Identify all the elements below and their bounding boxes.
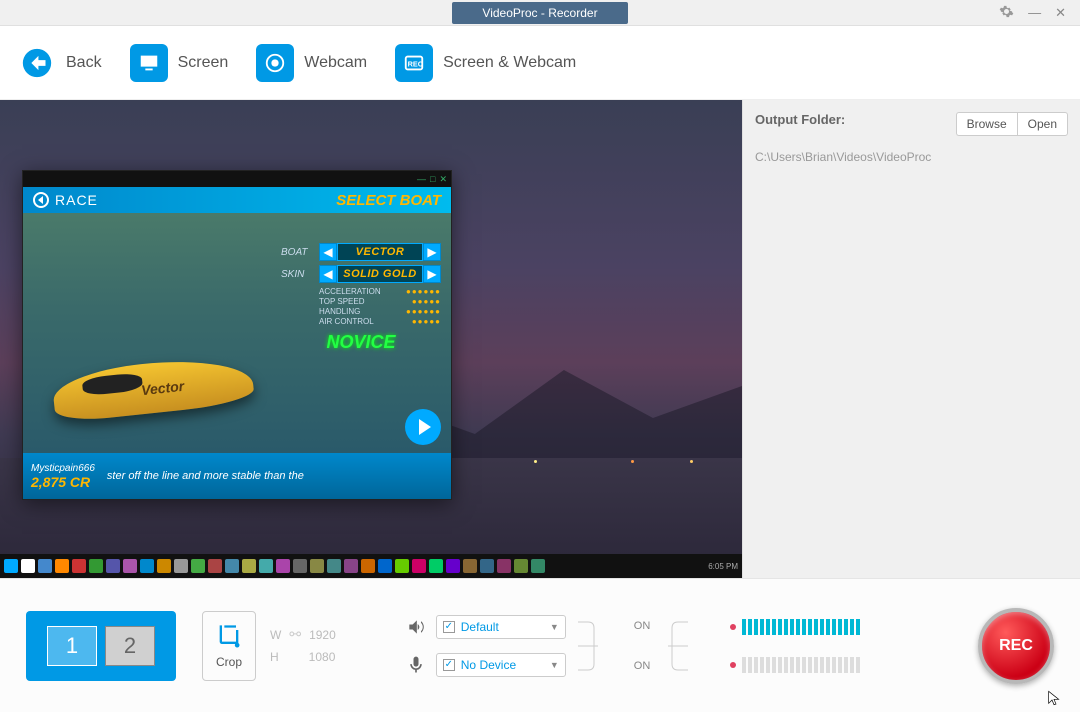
game-credits: 2,875 CR	[31, 474, 95, 490]
mic-level-meter	[730, 657, 860, 673]
back-button[interactable]: Back	[18, 44, 102, 82]
mode-toolbar: Back Screen Webcam REC Screen & Webcam	[0, 26, 1080, 100]
titlebar: VideoProc - Recorder — ✕	[0, 0, 1080, 26]
prev-boat-icon: ◀	[319, 243, 337, 261]
mic-device-select[interactable]: ✓No Device▼	[436, 653, 566, 677]
captured-window: —□✕ RACE SELECT BOAT BOAT ◀ VECTOR ▶	[22, 170, 452, 500]
monitor-selector: 1 2	[26, 611, 176, 681]
speaker-device-select[interactable]: ✓Default▼	[436, 615, 566, 639]
preview-area: —□✕ RACE SELECT BOAT BOAT ◀ VECTOR ▶	[0, 100, 742, 578]
back-label: Back	[66, 54, 102, 72]
boat-value: VECTOR	[337, 243, 423, 261]
next-boat-icon: ▶	[423, 243, 441, 261]
crop-label: Crop	[216, 655, 242, 669]
crop-icon	[215, 623, 243, 651]
svg-text:REC: REC	[408, 59, 424, 68]
crop-dimensions: W⚯1920 H1080	[270, 624, 336, 668]
settings-gear-icon[interactable]	[999, 4, 1014, 22]
screen-icon	[130, 44, 168, 82]
bottom-panel: 1 2 Crop W⚯1920 H1080 ✓Default▼ ✓No Devi…	[0, 578, 1080, 712]
captured-taskbar: 6:05 PM	[0, 554, 742, 578]
speaker-level-meter	[730, 619, 860, 635]
close-icon[interactable]: ✕	[1055, 5, 1066, 21]
screen-label: Screen	[178, 54, 229, 72]
difficulty-label: NOVICE	[281, 332, 441, 353]
screen-webcam-label: Screen & Webcam	[443, 54, 576, 72]
cursor-icon	[1046, 690, 1062, 706]
output-folder-path: C:\Users\Brian\Videos\VideoProc	[755, 150, 1068, 164]
monitor-1-button[interactable]: 1	[47, 626, 97, 666]
webcam-label: Webcam	[304, 54, 367, 72]
window-title: VideoProc - Recorder	[452, 2, 627, 24]
game-title: SELECT BOAT	[336, 192, 441, 209]
record-button[interactable]: REC	[978, 608, 1054, 684]
skin-value: SOLID GOLD	[337, 265, 423, 283]
back-arrow-icon	[18, 44, 56, 82]
screen-webcam-mode-button[interactable]: REC Screen & Webcam	[395, 44, 576, 82]
microphone-icon	[406, 655, 426, 675]
speaker-state: ON	[634, 620, 651, 632]
play-icon	[405, 409, 441, 445]
game-description: ster off the line and more stable than t…	[107, 470, 443, 482]
prev-skin-icon: ◀	[319, 265, 337, 283]
monitor-2-button[interactable]: 2	[105, 626, 155, 666]
link-icon: ⚯	[289, 626, 301, 643]
sidebar: Output Folder: Browse Open C:\Users\Bria…	[742, 100, 1080, 578]
boat-graphic	[33, 323, 263, 423]
mic-state: ON	[634, 660, 651, 672]
browse-button[interactable]: Browse	[956, 112, 1017, 136]
crop-button[interactable]: Crop	[202, 611, 256, 681]
game-back-icon	[33, 192, 49, 208]
game-username: Mysticpain666	[31, 463, 95, 474]
webcam-icon	[256, 44, 294, 82]
open-button[interactable]: Open	[1017, 112, 1068, 136]
screen-mode-button[interactable]: Screen	[130, 44, 229, 82]
speaker-icon	[406, 617, 426, 637]
minimize-icon[interactable]: —	[1028, 5, 1041, 20]
screen-webcam-icon: REC	[395, 44, 433, 82]
webcam-mode-button[interactable]: Webcam	[256, 44, 367, 82]
next-skin-icon: ▶	[423, 265, 441, 283]
output-folder-label: Output Folder:	[755, 112, 845, 127]
game-race-label: RACE	[55, 192, 98, 208]
